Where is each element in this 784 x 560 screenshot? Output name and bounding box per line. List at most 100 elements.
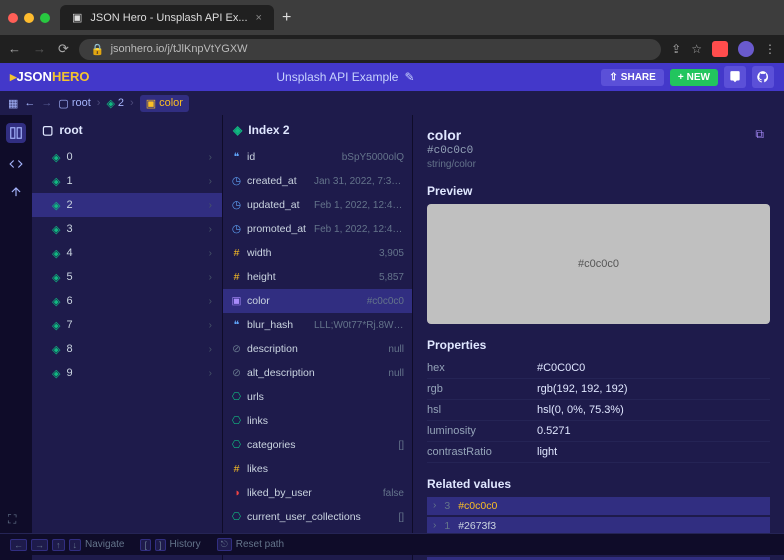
extension-icon[interactable]: [712, 41, 728, 57]
detail-value: []: [398, 440, 404, 451]
crumb-root[interactable]: ▢ root: [58, 97, 90, 110]
detail-value: bSpY5000olQ: [342, 152, 404, 163]
new-tab-button[interactable]: +: [282, 9, 291, 27]
crumb-index[interactable]: ◈ 2: [106, 97, 124, 110]
crumb-back-icon[interactable]: ←: [24, 97, 35, 109]
detail-value: Jan 31, 2022, 7:39:53 PM: [314, 176, 404, 187]
detail-row[interactable]: ❝blur_hashLLL;W0t77*Rj.8WKs;oIyDofT…: [223, 313, 412, 337]
type-icon: ⎔: [231, 439, 242, 451]
app-logo[interactable]: ▸JSONHERO: [10, 69, 90, 85]
related-value-row[interactable]: ›3#c0c0c0: [427, 497, 770, 515]
document-title[interactable]: Unsplash API Example ✎: [90, 70, 602, 84]
object-icon: ◈: [52, 319, 60, 332]
detail-key: alt_description: [247, 367, 315, 379]
share-button[interactable]: ⇧ SHARE: [601, 69, 663, 86]
detail-key: urls: [247, 391, 264, 403]
close-window[interactable]: [8, 13, 18, 23]
type-icon: #: [231, 271, 242, 283]
chevron-right-icon: ›: [209, 200, 212, 211]
detail-row[interactable]: ⎔current_user_collections[]: [223, 505, 412, 529]
detail-column: ◈ Index 2 ❝idbSpY5000olQ◷created_atJan 3…: [222, 115, 412, 560]
back-icon[interactable]: ←: [8, 41, 21, 57]
maximize-window[interactable]: [40, 13, 50, 23]
detail-value: []: [398, 512, 404, 523]
object-icon: ◈: [52, 295, 60, 308]
detail-row[interactable]: ⎔links: [223, 409, 412, 433]
detail-row[interactable]: ◷created_atJan 31, 2022, 7:39:53 PM: [223, 169, 412, 193]
detail-row[interactable]: ◑liked_by_userfalse: [223, 481, 412, 505]
tab-favicon: ▣: [72, 11, 82, 24]
type-icon: ◷: [231, 175, 242, 187]
properties-heading: Properties: [427, 338, 770, 352]
upload-icon[interactable]: [9, 185, 23, 199]
detail-row[interactable]: ⊘alt_descriptionnull: [223, 361, 412, 385]
chevron-right-icon: ›: [209, 368, 212, 379]
forward-icon[interactable]: →: [33, 41, 46, 57]
expand-icon[interactable]: ⛶: [8, 512, 16, 527]
detail-row[interactable]: ⊘descriptionnull: [223, 337, 412, 361]
type-icon: ❝: [231, 319, 242, 331]
detail-row[interactable]: ▣color#c0c0c0: [223, 289, 412, 313]
discord-icon[interactable]: [724, 66, 746, 88]
minimize-window[interactable]: [24, 13, 34, 23]
browser-tab[interactable]: ▣ JSON Hero - Unsplash API Ex... ×: [60, 5, 274, 30]
detail-value: null: [388, 344, 404, 355]
lock-icon: 🔒: [91, 43, 105, 56]
tree-item[interactable]: ◈4›: [32, 241, 222, 265]
footer-history[interactable]: [] History: [140, 539, 200, 551]
reload-icon[interactable]: ⟳: [58, 41, 69, 57]
tree-item[interactable]: ◈7›: [32, 313, 222, 337]
copy-icon[interactable]: ⧉: [755, 127, 764, 142]
window-controls[interactable]: [8, 13, 50, 23]
property-row: luminosity0.5271: [427, 421, 770, 442]
github-icon[interactable]: [752, 66, 774, 88]
type-icon: ▣: [231, 295, 242, 307]
detail-row[interactable]: #width3,905: [223, 241, 412, 265]
tree-item[interactable]: ◈2›: [32, 193, 222, 217]
footer-reset[interactable]: ⎋ Reset path: [217, 538, 285, 551]
address-bar: ← → ⟳ 🔒 jsonhero.io/j/tJlKnpVtYGXW ⇪ ☆ ⋮: [0, 35, 784, 63]
new-button[interactable]: + NEW: [670, 69, 718, 86]
detail-row[interactable]: ❝idbSpY5000olQ: [223, 145, 412, 169]
tree-item[interactable]: ◈5›: [32, 265, 222, 289]
code-view-icon[interactable]: [9, 157, 23, 171]
detail-row[interactable]: ◷promoted_atFeb 1, 2022, 12:40:01 P…: [223, 217, 412, 241]
detail-key: blur_hash: [247, 319, 293, 331]
object-icon: ◈: [52, 223, 60, 236]
footer-navigate[interactable]: ←→↑↓ Navigate: [10, 539, 124, 551]
profile-avatar[interactable]: [738, 41, 754, 57]
app-header: ▸JSONHERO Unsplash API Example ✎ ⇧ SHARE…: [0, 63, 784, 91]
detail-row[interactable]: #likes: [223, 457, 412, 481]
tree-item-label: 1: [66, 175, 72, 187]
view-grid-icon[interactable]: ▦: [8, 97, 18, 110]
menu-icon[interactable]: ⋮: [764, 42, 776, 56]
detail-row[interactable]: # height 5,857: [223, 265, 412, 289]
crumb-leaf[interactable]: ▣ color: [140, 95, 189, 112]
detail-value: false: [383, 488, 404, 499]
tree-item[interactable]: ◈0›: [32, 145, 222, 169]
share-url-icon[interactable]: ⇪: [671, 42, 681, 56]
tree-item[interactable]: ◈9›: [32, 361, 222, 385]
detail-key: color: [247, 295, 270, 307]
detail-row[interactable]: ⎔categories[]: [223, 433, 412, 457]
chevron-right-icon: ›: [209, 176, 212, 187]
tree-item[interactable]: ◈8›: [32, 337, 222, 361]
crumb-forward-icon[interactable]: →: [41, 97, 52, 109]
tree-item[interactable]: ◈3›: [32, 217, 222, 241]
detail-value: 5,857: [379, 272, 404, 283]
tree-item[interactable]: ◈1›: [32, 169, 222, 193]
tree-item-label: 3: [66, 223, 72, 235]
url-input[interactable]: 🔒 jsonhero.io/j/tJlKnpVtYGXW: [79, 39, 661, 60]
close-tab-icon[interactable]: ×: [256, 12, 262, 24]
chevron-right-icon: ›: [209, 272, 212, 283]
tree-item[interactable]: ◈6›: [32, 289, 222, 313]
detail-header: ◈ Index 2: [223, 115, 412, 145]
detail-row[interactable]: ⎔urls: [223, 385, 412, 409]
edit-title-icon[interactable]: ✎: [404, 70, 414, 84]
bookmark-icon[interactable]: ☆: [691, 42, 702, 56]
detail-key: current_user_collections: [247, 511, 361, 523]
property-key: hex: [427, 362, 537, 374]
detail-row[interactable]: ◷updated_atFeb 1, 2022, 12:40:02 PM…: [223, 193, 412, 217]
columns-view-icon[interactable]: [6, 123, 26, 143]
detail-key: height: [247, 271, 276, 283]
